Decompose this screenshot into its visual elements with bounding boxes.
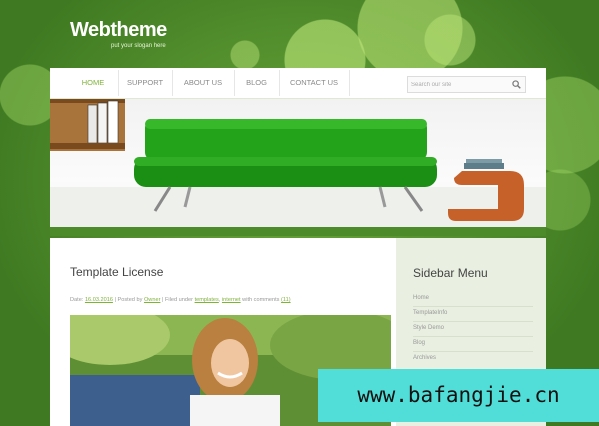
post-meta: Date: 16.03.2016 | Posted by Owner | Fil… [70, 297, 291, 303]
comments-link[interactable]: (11) [281, 297, 291, 303]
nav-item-home[interactable]: HOME [68, 68, 118, 98]
site-logo[interactable]: Webtheme [70, 19, 167, 42]
post-date-link[interactable]: 16.03.2016 [85, 297, 113, 303]
hero-banner [50, 99, 546, 236]
sidebar-divider [413, 321, 533, 322]
sidebar-divider [413, 351, 533, 352]
nav-item-contact-us[interactable]: CONTACT US [279, 68, 349, 98]
nav-item-about-us[interactable]: ABOUT US [172, 68, 234, 98]
main-nav: HOME SUPPORT ABOUT US BLOG CONTACT US [50, 68, 546, 99]
category-link-internet[interactable]: internet [222, 297, 241, 303]
date-label: Date: [70, 297, 84, 303]
comments-label: with comments [242, 297, 280, 303]
category-link-templates[interactable]: templates [195, 297, 219, 303]
sidebar-divider [413, 336, 533, 337]
site-slogan: put your slogan here [111, 43, 166, 49]
author-link[interactable]: Owner [144, 297, 160, 303]
sofa-illustration [50, 99, 546, 236]
search-icon[interactable] [512, 80, 521, 89]
sidebar-divider [413, 306, 533, 307]
sidebar-title: Sidebar Menu [413, 266, 488, 280]
filed-label: | Filed under [162, 297, 193, 303]
watermark-banner: www.bafangjie.cn [318, 369, 599, 422]
search-input[interactable] [411, 77, 507, 92]
posted-label: | Posted by [114, 297, 143, 303]
nav-divider [349, 70, 350, 96]
sidebar-item-home[interactable]: Home [413, 295, 429, 301]
nav-item-blog[interactable]: BLOG [234, 68, 279, 98]
sidebar-item-blog[interactable]: Blog [413, 340, 425, 346]
sidebar-item-templateinfo[interactable]: TemplateInfo [413, 310, 447, 316]
nav-item-support[interactable]: SUPPORT [118, 68, 172, 98]
search-box [407, 76, 526, 93]
sidebar-item-archives[interactable]: Archives [413, 355, 436, 361]
sidebar-item-style-demo[interactable]: Style Demo [413, 325, 444, 331]
post-title[interactable]: Template License [70, 265, 163, 279]
